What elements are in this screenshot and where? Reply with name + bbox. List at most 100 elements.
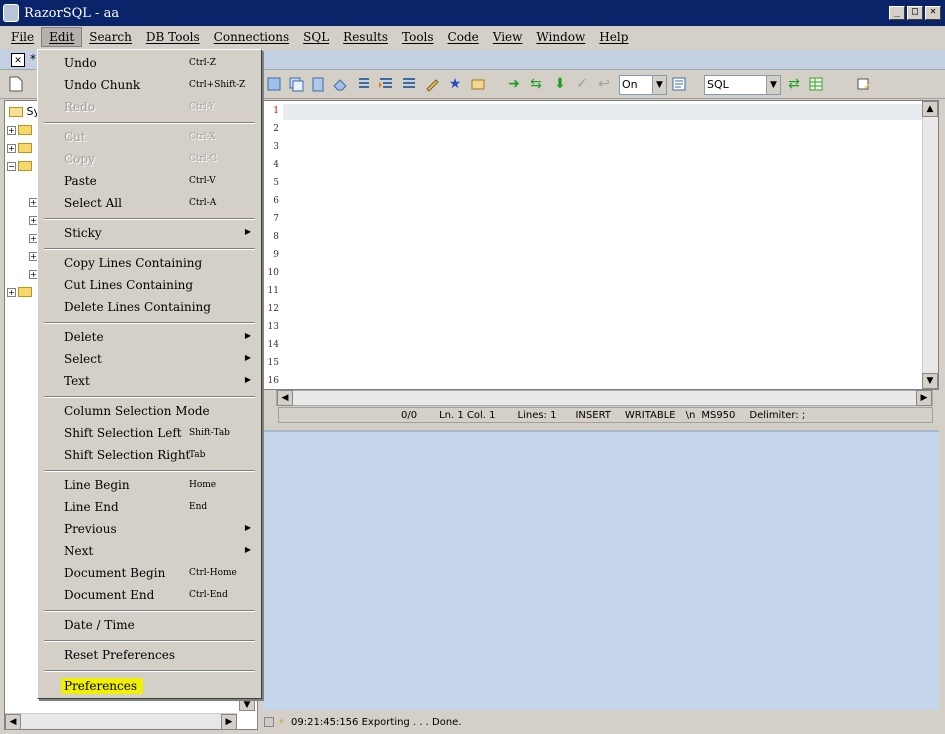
- pen-icon[interactable]: [424, 76, 440, 92]
- menu-connections[interactable]: Connections: [207, 28, 296, 46]
- menu-item-document-begin[interactable]: Document Begin Ctrl-Home: [38, 562, 261, 584]
- editor-vertical-scrollbar[interactable]: ▲ ▼: [922, 101, 938, 389]
- menu-item-paste[interactable]: Paste Ctrl-V: [38, 170, 261, 192]
- spreadsheet-icon[interactable]: [808, 76, 824, 92]
- tree-node[interactable]: +: [7, 285, 32, 301]
- menu-tools[interactable]: Tools: [395, 28, 441, 46]
- eraser-icon[interactable]: [332, 76, 348, 92]
- menu-item-select-all[interactable]: Select All Ctrl-A: [38, 192, 261, 214]
- edit-note-icon[interactable]: [856, 76, 872, 92]
- menu-item-label: Preferences: [61, 678, 144, 694]
- results-pane[interactable]: [262, 430, 939, 710]
- tree-node[interactable]: +: [7, 141, 32, 157]
- rollback-icon[interactable]: ↩: [596, 76, 612, 92]
- menu-item-undo-chunk[interactable]: Undo Chunk Ctrl+Shift-Z: [38, 74, 261, 96]
- scroll-right-icon[interactable]: ▶: [221, 714, 237, 730]
- maximize-button[interactable]: □: [907, 6, 923, 20]
- expand-icon[interactable]: +: [7, 125, 16, 135]
- menu-item-label: Line Begin: [64, 478, 130, 492]
- line-number: 10: [267, 268, 279, 278]
- menu-edit[interactable]: Edit: [41, 27, 83, 47]
- format-icon[interactable]: [356, 76, 372, 92]
- menu-item-date-time[interactable]: Date / Time: [38, 614, 261, 636]
- menu-search[interactable]: Search: [82, 28, 139, 46]
- menu-item-shortcut: Ctrl-Y: [189, 102, 215, 112]
- editor-status-bar: 0/0 Ln. 1 Col. 1 Lines: 1 INSERT WRITABL…: [278, 407, 933, 423]
- menu-item-document-end[interactable]: Document End Ctrl-End: [38, 584, 261, 606]
- menu-item-redo: Redo Ctrl-Y: [38, 96, 261, 118]
- expand-icon[interactable]: +: [7, 143, 16, 153]
- menu-item-cut-lines[interactable]: Cut Lines Containing: [38, 274, 261, 296]
- menu-results[interactable]: Results: [336, 28, 395, 46]
- refresh-icon[interactable]: ⇄: [786, 76, 802, 92]
- execute-arrow-icon[interactable]: ➜: [506, 76, 522, 92]
- menu-item-next[interactable]: Next ▶: [38, 540, 261, 562]
- scroll-left-icon[interactable]: ◀: [5, 714, 21, 730]
- menu-sql[interactable]: SQL: [296, 28, 336, 46]
- execute-all-icon[interactable]: ⇆: [528, 76, 544, 92]
- expand-icon[interactable]: +: [7, 287, 16, 297]
- tree-horizontal-scrollbar[interactable]: ◀ ▶: [5, 713, 237, 730]
- paste-icon[interactable]: [310, 76, 326, 92]
- menu-item-delete[interactable]: Delete ▶: [38, 326, 261, 348]
- editor-horizontal-scrollbar[interactable]: ◀ ▶: [276, 390, 933, 406]
- menu-item-label: Cut Lines Containing: [64, 278, 194, 292]
- menu-item-shortcut: Ctrl-V: [189, 176, 216, 186]
- tree-node[interactable]: +: [7, 123, 32, 139]
- bookmark-star-icon[interactable]: ★: [447, 76, 463, 92]
- collapse-icon[interactable]: −: [7, 161, 16, 171]
- menu-item-line-begin[interactable]: Line Begin Home: [38, 474, 261, 496]
- history-icon[interactable]: [671, 76, 687, 92]
- scroll-left-icon[interactable]: ◀: [277, 390, 293, 406]
- menu-file[interactable]: File: [4, 28, 41, 46]
- scroll-right-icon[interactable]: ▶: [916, 390, 932, 406]
- close-window-button[interactable]: ✕: [925, 6, 941, 20]
- menu-item-sticky[interactable]: Sticky ▶: [38, 222, 261, 244]
- copy-icon[interactable]: [288, 76, 304, 92]
- menu-item-line-end[interactable]: Line End End: [38, 496, 261, 518]
- unindent-icon[interactable]: [401, 76, 417, 92]
- execute-down-icon[interactable]: ⬇: [552, 76, 568, 92]
- scroll-down-icon[interactable]: ▼: [922, 373, 938, 389]
- menu-item-reset-preferences[interactable]: Reset Preferences: [38, 644, 261, 666]
- scroll-up-icon[interactable]: ▲: [922, 101, 938, 117]
- current-line-highlight: [283, 104, 923, 120]
- submenu-arrow-icon: ▶: [244, 227, 251, 236]
- language-select[interactable]: SQL ▼: [704, 75, 781, 95]
- line-number: 7: [273, 214, 279, 224]
- status-delimiter: Delimiter: ;: [749, 409, 806, 421]
- close-tab-button[interactable]: ✕: [11, 53, 25, 67]
- new-file-icon[interactable]: [8, 76, 24, 92]
- autocommit-value: On: [622, 78, 638, 91]
- menu-code[interactable]: Code: [441, 28, 486, 46]
- tree-scroll-down-icon[interactable]: ▼: [239, 697, 255, 711]
- sql-editor[interactable]: 1 2 3 4 5 6 7 8 9 10 11 12 13 14 15 16 ▲ ▼: [262, 100, 939, 390]
- copy-table-icon[interactable]: [266, 76, 282, 92]
- indent-icon[interactable]: [378, 76, 394, 92]
- menu-separator: [44, 640, 255, 642]
- line-number: 3: [273, 142, 279, 152]
- menu-item-text[interactable]: Text ▶: [38, 370, 261, 392]
- menu-db-tools[interactable]: DB Tools: [139, 28, 207, 46]
- menu-item-select[interactable]: Select ▶: [38, 348, 261, 370]
- commit-check-icon[interactable]: ✓: [574, 76, 590, 92]
- menu-item-copy-lines[interactable]: Copy Lines Containing: [38, 252, 261, 274]
- autocommit-select[interactable]: On ▼: [619, 75, 667, 95]
- minimize-button[interactable]: _: [889, 6, 905, 20]
- menu-view[interactable]: View: [486, 28, 530, 46]
- menu-item-preferences[interactable]: Preferences: [38, 674, 261, 696]
- menu-item-undo[interactable]: Undo Ctrl-Z: [38, 52, 261, 74]
- language-value: SQL: [707, 78, 729, 91]
- export-icon[interactable]: [470, 76, 486, 92]
- menu-item-column-selection[interactable]: Column Selection Mode: [38, 400, 261, 422]
- menu-item-delete-lines[interactable]: Delete Lines Containing: [38, 296, 261, 318]
- razorsql-app-icon: [3, 4, 19, 22]
- tab-modified-marker[interactable]: *: [30, 52, 36, 66]
- menu-window[interactable]: Window: [529, 28, 592, 46]
- tree-root[interactable]: Sy: [7, 105, 40, 121]
- menu-item-shift-left[interactable]: Shift Selection Left Shift-Tab: [38, 422, 261, 444]
- menu-help[interactable]: Help: [592, 28, 635, 46]
- menu-item-previous[interactable]: Previous ▶: [38, 518, 261, 540]
- tree-node[interactable]: −: [7, 159, 32, 175]
- menu-item-shift-right[interactable]: Shift Selection Right Tab: [38, 444, 261, 466]
